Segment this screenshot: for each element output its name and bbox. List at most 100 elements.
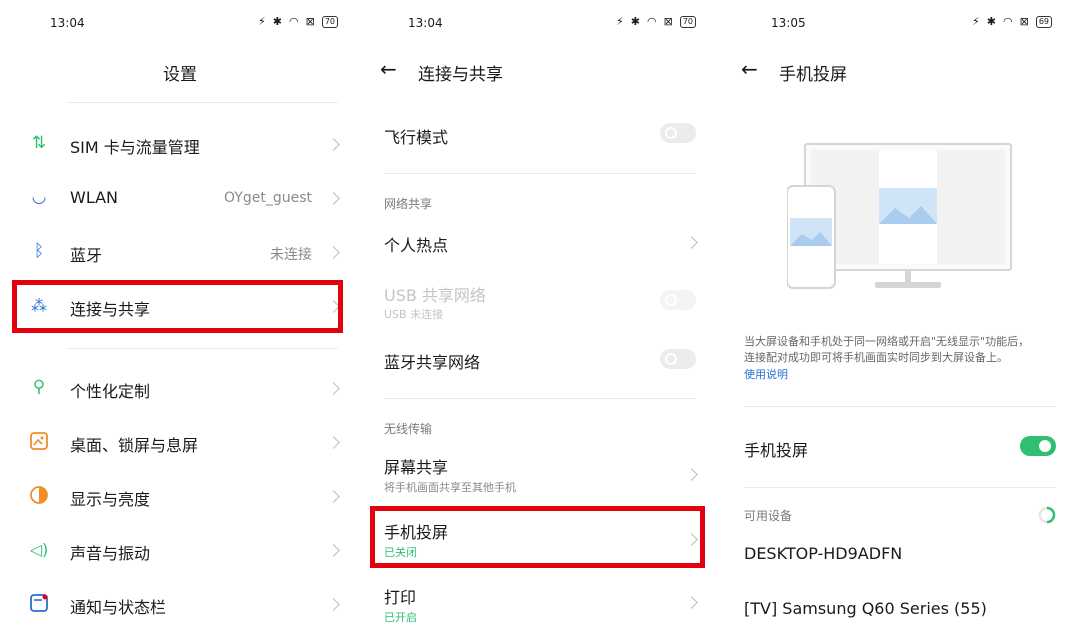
usb-share-toggle[interactable]	[660, 290, 696, 310]
print-status: 已开启	[384, 611, 417, 624]
bluetooth-status-icon: ✱	[630, 15, 642, 28]
item-label: 显示与亮度	[70, 490, 151, 509]
back-arrow-icon[interactable]: ←	[380, 58, 397, 80]
item-label: 声音与振动	[70, 544, 151, 563]
divider	[744, 406, 1056, 407]
sidebar-item-sim[interactable]: ⇅ SIM 卡与流量管理	[0, 132, 360, 158]
sidebar-item-sound[interactable]: ◁) 声音与振动	[0, 538, 360, 564]
chevron-right-icon	[685, 596, 698, 609]
chevron-right-icon	[327, 598, 340, 611]
status-time: 13:04	[408, 16, 443, 30]
highlight-box	[370, 506, 705, 568]
section-header-network: 网络共享	[384, 197, 433, 211]
sidebar-item-wlan[interactable]: ◡ WLAN OYget_guest	[0, 186, 360, 212]
chevron-right-icon	[327, 382, 340, 395]
device-name: DESKTOP-HD9ADFN	[744, 544, 903, 563]
device-list-item[interactable]: DESKTOP-HD9ADFN	[717, 542, 1074, 568]
available-devices-header: 可用设备	[744, 509, 793, 523]
sidebar-item-notifications[interactable]: 通知与状态栏	[0, 592, 360, 618]
status-bar: 13:04 ⚡ ✱ ◠ ⊠ 70	[358, 12, 718, 36]
chevron-right-icon	[327, 490, 340, 503]
chevron-right-icon	[327, 138, 340, 151]
usb-share-label: USB 共享网络	[384, 286, 486, 305]
description-line-2: 连接配对成功即可将手机画面实时同步到大屏设备上。	[744, 351, 1008, 364]
brightness-icon	[28, 484, 50, 506]
screen-share-sub: 将手机画面共享至其他手机	[384, 481, 516, 494]
bluetooth-status-icon: ✱	[272, 15, 284, 28]
section-header-wireless: 无线传输	[384, 422, 433, 436]
chevron-right-icon	[327, 436, 340, 449]
cast-toggle[interactable]	[1020, 436, 1056, 456]
nfc-icon: ⊠	[663, 15, 675, 28]
print-item[interactable]: 打印 已开启	[358, 584, 718, 626]
bluetooth-value: 未连接	[270, 247, 312, 263]
divider	[66, 348, 338, 349]
item-label: 个性化定制	[70, 382, 151, 401]
device-list-item[interactable]: [TV] Samsung Q60 Series (55)	[717, 597, 1074, 623]
sidebar-item-bluetooth[interactable]: ᛒ 蓝牙 未连接	[0, 240, 360, 266]
item-label: SIM 卡与流量管理	[70, 138, 200, 157]
item-label: WLAN	[70, 188, 119, 207]
chevron-right-icon	[327, 192, 340, 205]
page-title: 手机投屏	[779, 65, 847, 85]
chevron-right-icon	[685, 468, 698, 481]
vibrate-icon: ⚡	[972, 15, 982, 28]
highlight-box	[12, 280, 343, 333]
battery-icon: 70	[679, 15, 696, 28]
bluetooth-icon: ᛒ	[33, 241, 45, 261]
status-time: 13:04	[50, 16, 85, 30]
item-label: 桌面、锁屏与息屏	[70, 436, 199, 455]
chevron-right-icon	[685, 236, 698, 249]
hotspot-item[interactable]: 个人热点	[358, 228, 718, 256]
back-arrow-icon[interactable]: ←	[741, 58, 758, 80]
status-bar: 13:04 ⚡ ✱ ◠ ⊠ 70	[0, 12, 360, 36]
status-icons: ⚡ ✱ ◠ ⊠ 70	[258, 15, 338, 28]
divider	[384, 398, 696, 399]
compass-icon: ⚲	[32, 377, 46, 397]
sidebar-item-display[interactable]: 显示与亮度	[0, 484, 360, 510]
vibrate-icon: ⚡	[616, 15, 626, 28]
bt-share-toggle[interactable]	[660, 349, 696, 369]
phone-cast-screen: 13:05 ⚡ ✱ ◠ ⊠ 69 ← 手机投屏 当大屏设备和手机处于同一网络或开…	[717, 0, 1074, 640]
wallpaper-icon	[28, 430, 50, 452]
connection-sharing-screen: 13:04 ⚡ ✱ ◠ ⊠ 70 ← 连接与共享 飞行模式 网络共享 个人热点 …	[358, 0, 718, 640]
status-bar: 13:05 ⚡ ✱ ◠ ⊠ 69	[717, 12, 1074, 36]
wifi-status-icon: ◠	[288, 15, 301, 28]
cast-illustration	[787, 143, 1012, 289]
loading-spinner-icon	[1038, 506, 1056, 524]
screen-share-item[interactable]: 屏幕共享 将手机画面共享至其他手机	[358, 454, 718, 496]
divider	[66, 102, 338, 103]
wifi-status-icon: ◠	[646, 15, 659, 28]
sidebar-item-personalize[interactable]: ⚲ 个性化定制	[0, 376, 360, 402]
vibrate-icon: ⚡	[258, 15, 268, 28]
page-title: 连接与共享	[418, 65, 503, 85]
divider	[744, 487, 1056, 488]
settings-screen: 13:04 ⚡ ✱ ◠ ⊠ 70 设置 ⇅ SIM 卡与流量管理 ◡ WLAN …	[0, 0, 360, 640]
notification-icon	[28, 592, 50, 614]
bluetooth-status-icon: ✱	[986, 15, 998, 28]
battery-icon: 69	[1035, 15, 1052, 28]
data-arrows-icon: ⇅	[31, 133, 47, 153]
device-name: [TV] Samsung Q60 Series (55)	[744, 599, 987, 618]
chevron-right-icon	[327, 246, 340, 259]
airplane-mode-toggle[interactable]	[660, 123, 696, 143]
description-line-1: 当大屏设备和手机处于同一网络或开启"无线显示"功能后，	[744, 335, 1030, 348]
help-link[interactable]: 使用说明	[744, 366, 788, 382]
airplane-mode-label: 飞行模式	[384, 128, 449, 147]
status-time: 13:05	[771, 16, 806, 30]
wifi-icon: ◡	[31, 187, 47, 207]
chevron-right-icon	[327, 544, 340, 557]
usb-share-sub: USB 未连接	[384, 308, 444, 321]
nfc-icon: ⊠	[1019, 15, 1031, 28]
wifi-status-icon: ◠	[1002, 15, 1015, 28]
page-title: 设置	[163, 65, 197, 85]
sidebar-item-desktop[interactable]: 桌面、锁屏与息屏	[0, 430, 360, 456]
item-label: 通知与状态栏	[70, 598, 167, 617]
item-label: 蓝牙	[70, 246, 103, 265]
cast-toggle-label: 手机投屏	[744, 441, 809, 460]
nfc-icon: ⊠	[305, 15, 317, 28]
divider	[384, 173, 696, 174]
status-icons: ⚡ ✱ ◠ ⊠ 70	[616, 15, 696, 28]
screen-share-label: 屏幕共享	[384, 458, 449, 477]
speaker-icon: ◁)	[29, 539, 49, 559]
